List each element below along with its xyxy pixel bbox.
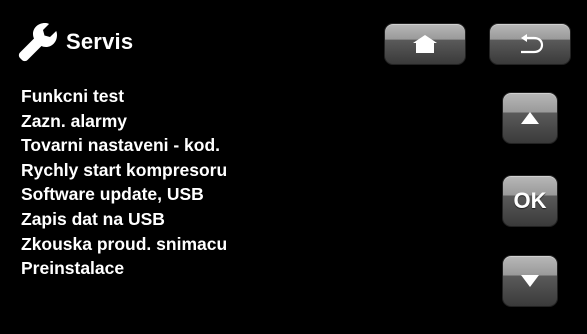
home-icon [413, 35, 437, 53]
menu-item-software-update[interactable]: Software update, USB [21, 182, 227, 207]
menu-item-tovarni-nastaveni[interactable]: Tovarni nastaveni - kod. [21, 133, 227, 158]
home-button[interactable] [384, 23, 466, 65]
menu-item-funkcni-test[interactable]: Funkcni test [21, 84, 227, 109]
menu-item-zapis-dat[interactable]: Zapis dat na USB [21, 207, 227, 232]
service-menu: Funkcni test Zazn. alarmy Tovarni nastav… [21, 84, 227, 281]
page-title: Servis [66, 29, 134, 54]
down-arrow-icon [521, 275, 539, 287]
ok-label: OK [513, 188, 547, 213]
scroll-up-button[interactable] [502, 92, 558, 144]
menu-item-zkouska-proud[interactable]: Zkouska proud. snimacu [21, 232, 227, 257]
service-screen: Servis Funkcni test Zazn. alarmy Tovarni… [0, 0, 587, 334]
header: Servis [16, 20, 133, 64]
up-arrow-icon [521, 112, 539, 124]
wrench-icon [18, 23, 57, 62]
back-arrow-icon [521, 34, 544, 54]
ok-button[interactable]: OK [502, 175, 558, 227]
menu-item-preinstalace[interactable]: Preinstalace [21, 256, 227, 281]
menu-item-zazn-alarmy[interactable]: Zazn. alarmy [21, 109, 227, 134]
back-button[interactable] [489, 23, 571, 65]
scroll-down-button[interactable] [502, 255, 558, 307]
menu-item-rychly-start[interactable]: Rychly start kompresoru [21, 158, 227, 183]
